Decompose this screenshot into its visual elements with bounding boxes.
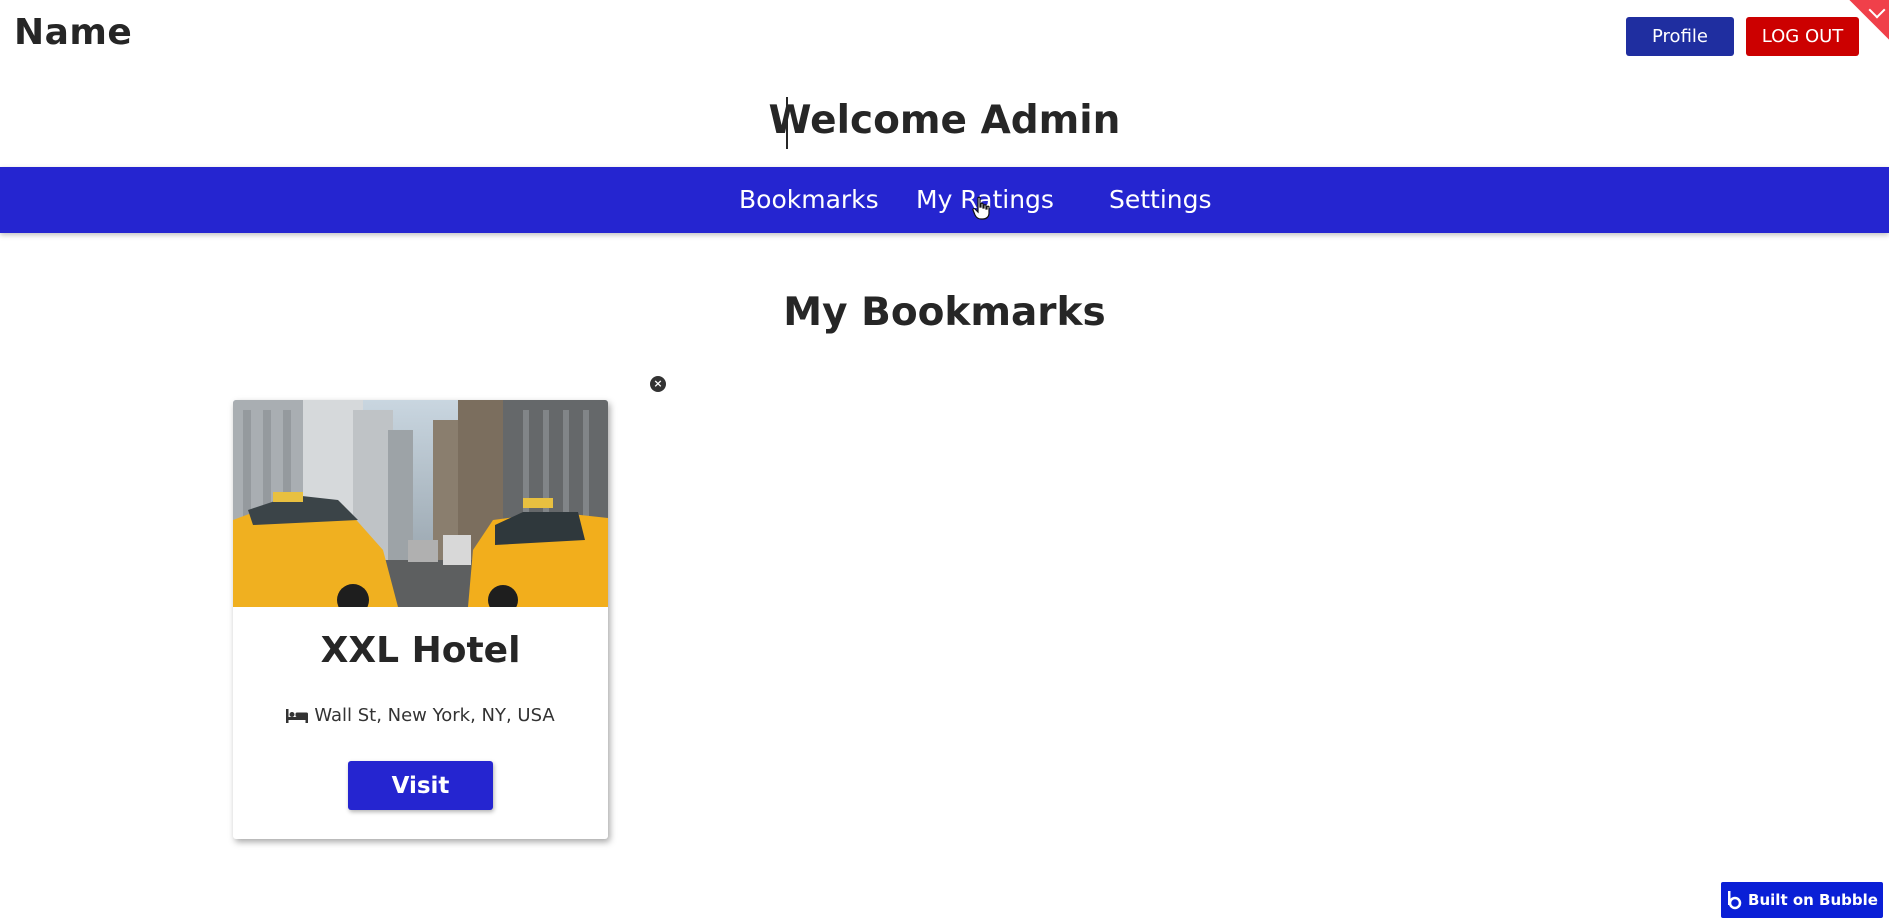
nav-bar: Bookmarks My Ratings Settings — [0, 167, 1889, 233]
bubble-logo-icon — [1728, 891, 1742, 910]
nav-item-bookmarks[interactable]: Bookmarks — [739, 167, 879, 233]
bed-icon — [286, 708, 309, 723]
card-title: XXL Hotel — [320, 630, 521, 671]
hand-pointer-icon — [972, 196, 990, 220]
bubble-badge-label: Built on Bubble — [1748, 891, 1878, 909]
city-street-taxi-photo-icon — [233, 400, 608, 607]
remove-bookmark-button[interactable]: × — [650, 376, 666, 392]
page: Name Profile LOG OUT Welcome Admin Bookm… — [0, 0, 1889, 922]
chevron-down-icon — [1868, 1, 1886, 19]
bookmark-card: XXL Hotel Wall St, New York, NY, USA Vis… — [233, 400, 608, 839]
section-title: My Bookmarks — [783, 290, 1106, 335]
visit-button[interactable]: Visit — [348, 761, 493, 810]
nav-item-settings[interactable]: Settings — [1109, 167, 1212, 233]
brand-name: Name — [14, 12, 133, 53]
profile-button[interactable]: Profile — [1626, 17, 1734, 56]
built-on-bubble-badge[interactable]: Built on Bubble — [1721, 882, 1883, 918]
card-address: Wall St, New York, NY, USA — [233, 705, 608, 726]
card-address-text: Wall St, New York, NY, USA — [314, 705, 555, 726]
welcome-heading: Welcome Admin — [768, 98, 1121, 143]
close-icon: × — [653, 377, 663, 390]
debugger-corner-tab[interactable] — [1833, 0, 1889, 56]
